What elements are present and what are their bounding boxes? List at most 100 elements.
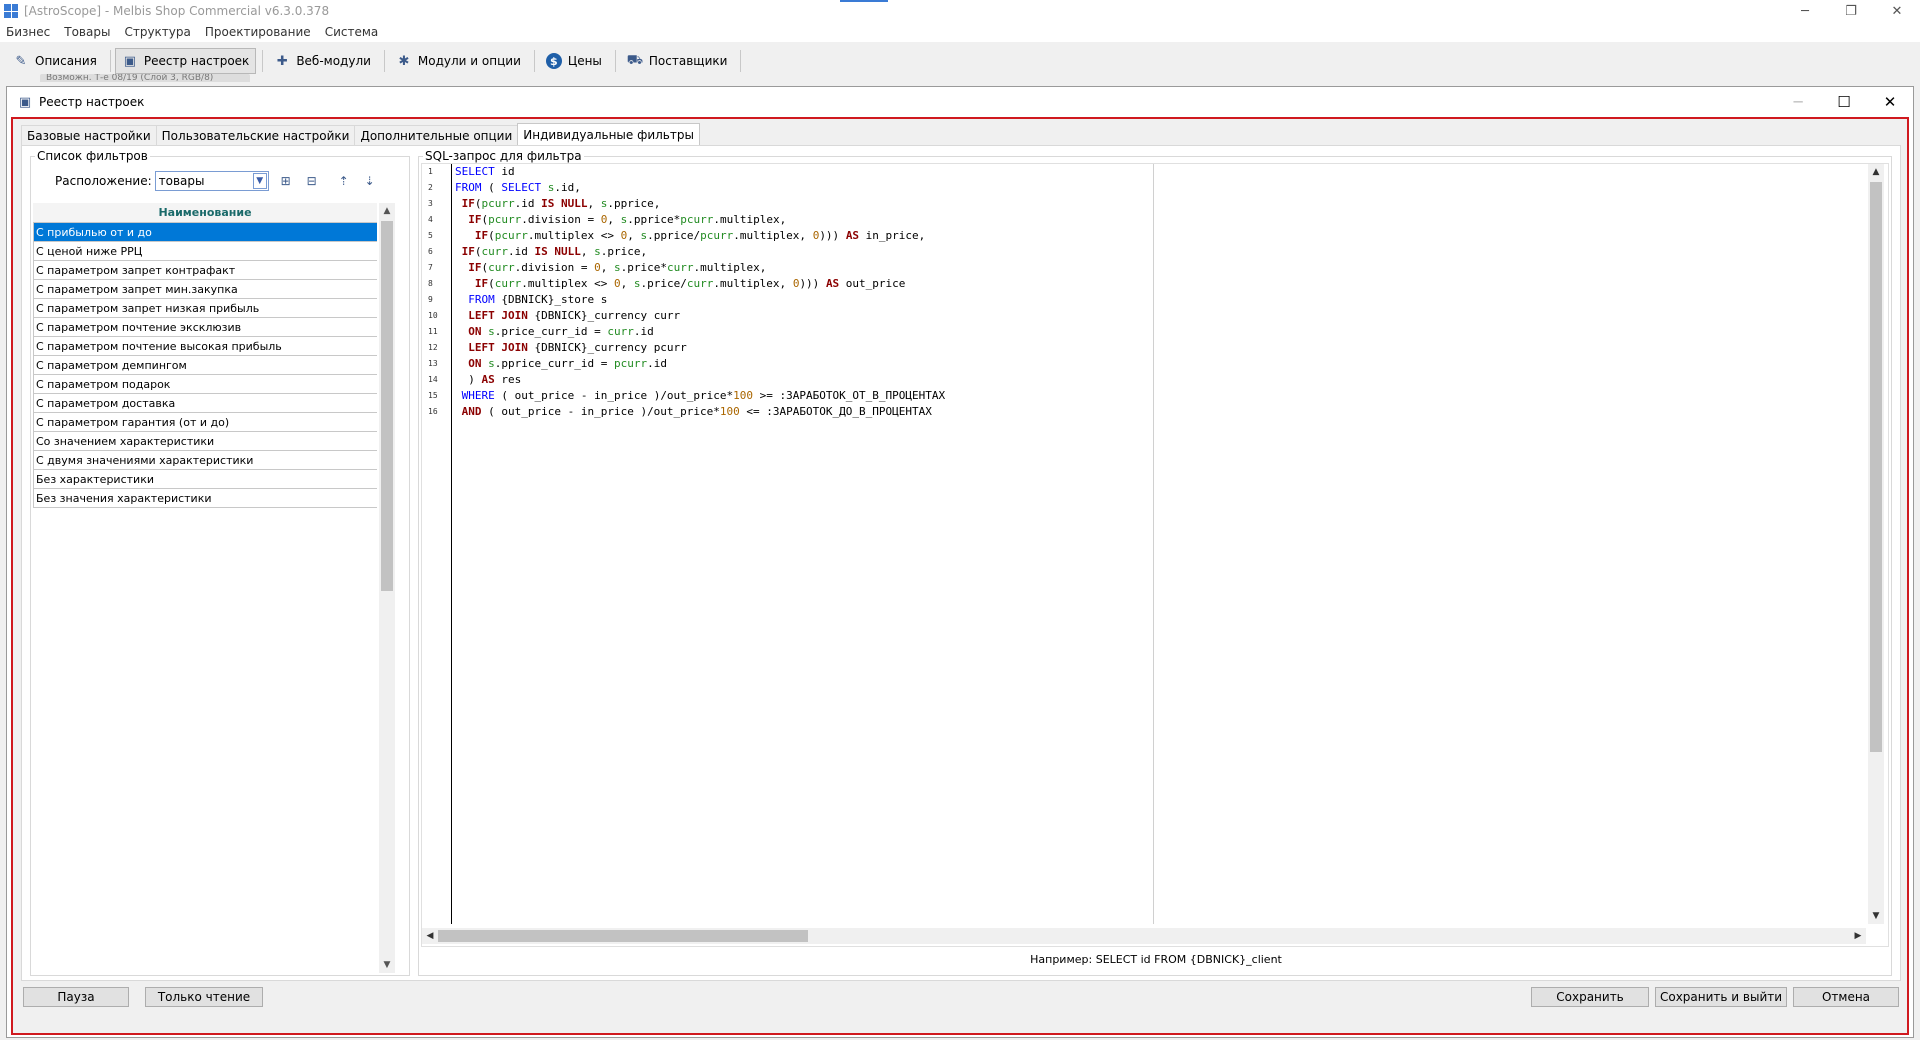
location-value: товары	[158, 174, 205, 188]
menu-goods[interactable]: Товары	[64, 25, 110, 39]
move-up-icon[interactable]: ⇡	[335, 172, 353, 190]
sql-group: SQL-запрос для фильтра 1 2 3 4 5 6 7 8 9 10 11 12 13…	[418, 149, 1892, 976]
tab-user-settings[interactable]: Пользовательские настройки	[155, 125, 356, 145]
prices-button[interactable]: $ Цены	[539, 48, 609, 74]
dialog-titlebar: ▣ Реестр настроек ─ ☐ ✕	[7, 87, 1913, 117]
menu-structure[interactable]: Структура	[124, 25, 190, 39]
dialog-close-button[interactable]: ✕	[1867, 87, 1913, 117]
sql-legend: SQL-запрос для фильтра	[423, 149, 584, 163]
code-line: LEFT JOIN {DBNICK}_currency curr	[468, 309, 681, 322]
minimize-button[interactable]: ─	[1782, 0, 1828, 22]
edit-filter-icon[interactable]: ⊟	[303, 172, 321, 190]
filter-list-item[interactable]: С параметром почтение высокая прибыль	[33, 337, 377, 356]
toolbar-label: Реестр настроек	[143, 54, 250, 68]
cancel-button[interactable]: Отмена	[1793, 987, 1899, 1007]
code-line: IF(curr.id IS NULL, s.price,	[461, 245, 648, 258]
scroll-down-icon[interactable]: ▼	[1868, 908, 1884, 924]
suppliers-button[interactable]: ⛟ Поставщики	[620, 48, 735, 74]
restore-button[interactable]: ❐	[1828, 0, 1874, 22]
dialog-maximize-button[interactable]: ☐	[1821, 87, 1867, 117]
line-number-gutter: 1 2 3 4 5 6 7 8 9 10 11 12 13 14 15 16	[422, 164, 452, 924]
sql-editor[interactable]: 1 2 3 4 5 6 7 8 9 10 11 12 13 14 15 16 SELECT id FROM (…	[421, 163, 1889, 947]
filter-list-item[interactable]: С параметром запрет мин.закупка	[33, 280, 377, 299]
filter-list-item[interactable]: С параметром демпингом	[33, 356, 377, 375]
line-number: 10	[428, 311, 438, 320]
readonly-button[interactable]: Только чтение	[145, 987, 263, 1007]
scroll-up-icon[interactable]: ▲	[379, 203, 395, 219]
menu-system[interactable]: Система	[325, 25, 379, 39]
puzzle-icon: ✚	[276, 53, 288, 69]
filter-list-item[interactable]: Без значения характеристики	[33, 489, 377, 508]
registry-icon: ▣	[18, 94, 32, 110]
filter-list-legend: Список фильтров	[35, 149, 150, 163]
filter-list-item[interactable]: С параметром запрет низкая прибыль	[33, 299, 377, 318]
registry-dialog: ▣ Реестр настроек ─ ☐ ✕ Базовые настройк…	[6, 86, 1914, 1038]
filter-list-item[interactable]: С параметром запрет контрафакт	[33, 261, 377, 280]
line-number: 9	[428, 295, 433, 304]
filter-list-scrollbar[interactable]: ▲ ▼	[379, 203, 395, 973]
line-number: 11	[428, 327, 438, 336]
filter-list-item[interactable]: Без характеристики	[33, 470, 377, 489]
filter-list-item[interactable]: С ценой ниже РРЦ	[33, 242, 377, 261]
chevron-down-icon[interactable]: ▼	[252, 173, 267, 189]
move-down-icon[interactable]: ⇣	[361, 172, 379, 190]
filter-list-item[interactable]: С двумя значениями характеристики	[33, 451, 377, 470]
filter-list-item[interactable]: С прибылью от и до	[33, 223, 377, 242]
menu-design[interactable]: Проектирование	[205, 25, 311, 39]
filter-list-item[interactable]: С параметром гарантия (от и до)	[33, 413, 377, 432]
code-line: IF(pcurr.division = 0, s.pprice*pcurr.mu…	[468, 213, 787, 226]
column-header-name[interactable]: Наименование	[33, 203, 377, 223]
editor-horizontal-scrollbar[interactable]: ◀ ▶	[422, 928, 1866, 944]
background-document-tab[interactable]: Возможн. Т-e 08/19 (Слой 3, RGB/8)	[40, 74, 250, 82]
taskbar-accent	[840, 0, 888, 2]
line-number: 5	[428, 231, 433, 240]
dialog-body: Базовые настройки Пользовательские настр…	[11, 117, 1909, 1035]
line-number: 4	[428, 215, 433, 224]
filter-list-item[interactable]: С параметром доставка	[33, 394, 377, 413]
close-button[interactable]: ✕	[1874, 0, 1920, 22]
editor-vertical-scrollbar[interactable]: ▲ ▼	[1868, 164, 1884, 924]
registry-icon: ▣	[123, 53, 137, 69]
toolbar-label: Поставщики	[648, 54, 728, 68]
scroll-up-icon[interactable]: ▲	[1868, 164, 1884, 180]
code-line: SELECT id	[455, 165, 515, 178]
save-and-exit-button[interactable]: Сохранить и выйти	[1655, 987, 1787, 1007]
line-number: 1	[428, 167, 433, 176]
add-filter-icon[interactable]: ⊞	[277, 172, 295, 190]
dialog-minimize-button[interactable]: ─	[1775, 87, 1821, 117]
web-modules-button[interactable]: ✚ Веб-модули	[267, 48, 378, 74]
filter-list-item[interactable]: Со значением характеристики	[33, 432, 377, 451]
toolbar-label: Модули и опции	[417, 54, 521, 68]
truck-icon: ⛟	[626, 52, 644, 68]
scroll-left-icon[interactable]: ◀	[422, 928, 438, 944]
toolbar-label: Описания	[35, 54, 97, 68]
scroll-thumb[interactable]	[1870, 182, 1882, 752]
scroll-right-icon[interactable]: ▶	[1850, 928, 1866, 944]
menu-business[interactable]: Бизнес	[6, 25, 50, 39]
registry-button[interactable]: ▣ Реестр настроек	[114, 48, 257, 74]
window-titlebar: [AstroScope] - Melbis Shop Commercial v6…	[0, 0, 1920, 22]
line-number: 15	[428, 391, 438, 400]
edit-icon: ✎	[15, 53, 27, 69]
toolbar-label: Веб-модули	[296, 54, 371, 68]
pause-button[interactable]: Пауза	[23, 987, 129, 1007]
filter-list-item[interactable]: С параметром почтение эксклюзив	[33, 318, 377, 337]
scroll-thumb[interactable]	[438, 930, 808, 942]
descriptions-button[interactable]: ✎ Описания	[6, 48, 104, 74]
tab-additional-options[interactable]: Дополнительные опции	[354, 125, 519, 145]
scroll-thumb[interactable]	[381, 221, 393, 591]
line-number: 16	[428, 407, 438, 416]
code-line: IF(curr.multiplex <> 0, s.price/curr.mul…	[474, 277, 906, 290]
tab-individual-filters[interactable]: Индивидуальные фильтры	[517, 123, 700, 145]
sql-code[interactable]: SELECT id FROM ( SELECT s.id, IF(pcurr.i…	[455, 164, 1625, 420]
code-line: IF(pcurr.id IS NULL, s.pprice,	[461, 197, 661, 210]
filter-list-item[interactable]: С параметром подарок	[33, 375, 377, 394]
menu-bar: Бизнес Товары Структура Проектирование С…	[0, 22, 1920, 42]
modules-options-button[interactable]: ✱ Модули и опции	[389, 48, 528, 74]
save-button[interactable]: Сохранить	[1531, 987, 1649, 1007]
scroll-down-icon[interactable]: ▼	[379, 957, 395, 973]
tab-basic-settings[interactable]: Базовые настройки	[21, 125, 157, 145]
line-number: 14	[428, 375, 438, 384]
location-select[interactable]: товары ▼	[154, 171, 269, 191]
filter-list-group: Список фильтров Расположение: товары ▼ ⊞…	[30, 149, 410, 976]
